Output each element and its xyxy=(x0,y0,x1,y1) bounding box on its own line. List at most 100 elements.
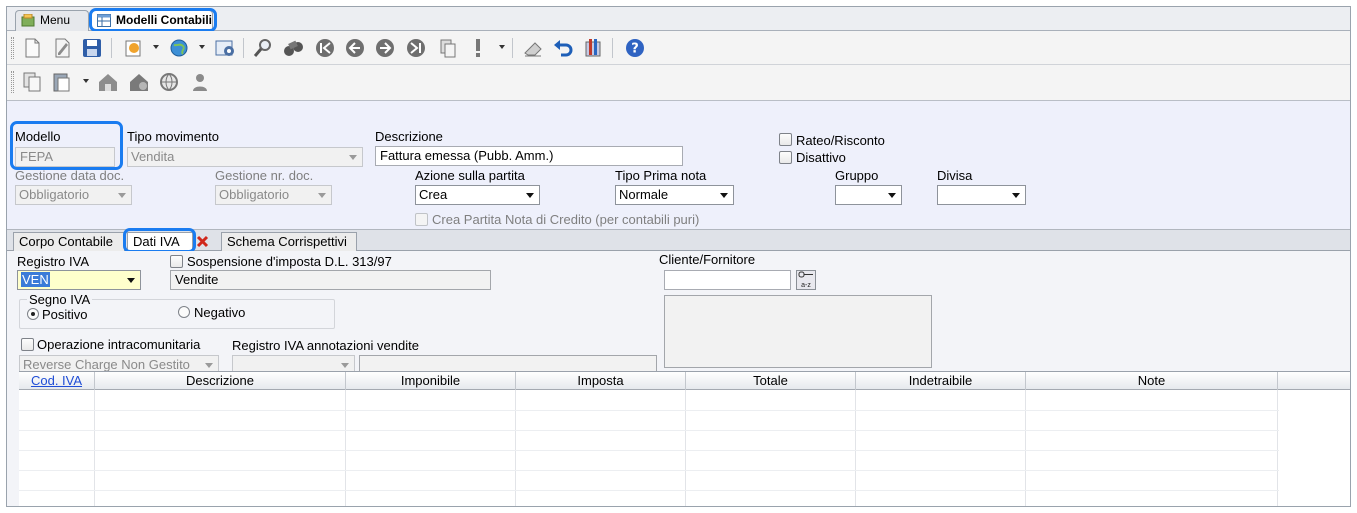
tipo-movimento-select[interactable]: Vendita xyxy=(127,147,363,167)
modello-field[interactable]: FEPA xyxy=(15,147,115,167)
chevron-down-icon xyxy=(318,193,326,198)
menu-icon xyxy=(21,14,35,27)
insert-dropdown-arrow[interactable] xyxy=(153,45,159,49)
cliente-fornitore-field[interactable] xyxy=(664,270,791,290)
rateo-checkbox[interactable] xyxy=(779,133,792,146)
edit-button[interactable] xyxy=(50,36,74,60)
insert-button[interactable] xyxy=(121,36,145,60)
tools-icon xyxy=(585,39,601,57)
grid-row-line xyxy=(19,430,1279,431)
disattivo-checkbox[interactable] xyxy=(779,151,792,164)
globe-dropdown-arrow[interactable] xyxy=(199,45,205,49)
first-record-button[interactable] xyxy=(313,36,337,60)
alert-dropdown-arrow[interactable] xyxy=(499,45,505,49)
paste-button[interactable] xyxy=(50,70,74,94)
col-totale[interactable]: Totale xyxy=(686,372,856,390)
search-button[interactable] xyxy=(251,36,275,60)
cliente-fornitore-label: Cliente/Fornitore xyxy=(659,252,756,267)
clear-button[interactable] xyxy=(521,36,545,60)
gruppo-label: Gruppo xyxy=(835,168,879,183)
new-button[interactable] xyxy=(20,36,44,60)
a-z-icon: a-z xyxy=(801,282,811,289)
col-imposta[interactable]: Imposta xyxy=(516,372,686,390)
crea-partita-checkbox[interactable] xyxy=(415,213,428,226)
tab-menu[interactable]: Menu xyxy=(15,10,89,31)
tools-button[interactable] xyxy=(581,36,605,60)
last-icon xyxy=(407,39,425,57)
home-button[interactable] xyxy=(96,70,120,94)
col-imponibile[interactable]: Imponibile xyxy=(346,372,516,390)
next-icon xyxy=(376,39,394,57)
paste-dropdown-arrow[interactable] xyxy=(83,79,89,83)
sospensione-checkbox[interactable] xyxy=(170,255,183,268)
divisa-select[interactable] xyxy=(937,185,1026,205)
gestione-data-select[interactable]: Obbligatorio xyxy=(15,185,132,205)
reverse-charge-value: Reverse Charge Non Gestito xyxy=(23,357,190,372)
tab-corpo-contabile[interactable]: Corpo Contabile xyxy=(13,232,125,251)
toolbar-grip[interactable] xyxy=(11,71,14,93)
alert-button[interactable] xyxy=(466,36,490,60)
gruppo-select[interactable] xyxy=(835,185,902,205)
svg-text:?: ? xyxy=(631,42,639,57)
toolbar-main: ? xyxy=(7,31,1350,65)
prev-record-button[interactable] xyxy=(343,36,367,60)
registro-iva-select[interactable]: VEN xyxy=(17,270,141,290)
positivo-label: Positivo xyxy=(42,307,88,322)
col-indetraibile[interactable]: Indetraibile xyxy=(856,372,1026,390)
window-frame: Menu Modelli Contabili ? Modello FEPA Ti… xyxy=(6,6,1351,507)
save-button[interactable] xyxy=(80,36,104,60)
toolbar-separator xyxy=(111,38,112,58)
tipo-movimento-value: Vendita xyxy=(131,149,175,164)
col-descrizione[interactable]: Descrizione xyxy=(95,372,346,390)
globe-icon xyxy=(170,39,188,57)
chevron-down-icon xyxy=(720,193,728,198)
gestione-nr-select[interactable]: Obbligatorio xyxy=(215,185,332,205)
close-tab-icon[interactable] xyxy=(196,235,209,248)
col-note[interactable]: Note xyxy=(1026,372,1278,390)
registro-iva-label: Registro IVA xyxy=(17,254,90,269)
azione-select[interactable]: Crea xyxy=(415,185,540,205)
user-icon xyxy=(193,74,207,91)
copy-doc-button[interactable] xyxy=(20,70,44,94)
chevron-down-icon xyxy=(526,193,534,198)
descrizione-field[interactable]: Fattura emessa (Pubb. Amm.) xyxy=(375,146,683,166)
toolbar-grip[interactable] xyxy=(11,37,14,59)
undo-icon xyxy=(554,40,573,57)
first-icon xyxy=(316,39,334,57)
lookup-button[interactable]: a-z xyxy=(796,270,816,290)
col-cod-iva[interactable]: Cod. IVA xyxy=(19,372,95,390)
chevron-down-icon xyxy=(118,193,126,198)
undo-button[interactable] xyxy=(551,36,575,60)
save-icon xyxy=(83,39,101,57)
help-button[interactable]: ? xyxy=(623,36,647,60)
chevron-down-icon xyxy=(205,363,213,368)
edit-icon xyxy=(55,38,70,58)
tab-dati-iva[interactable]: Dati IVA xyxy=(127,232,193,251)
divisa-label: Divisa xyxy=(937,168,973,183)
find-button[interactable] xyxy=(281,36,305,60)
tab-modelli-contabili[interactable]: Modelli Contabili xyxy=(91,10,213,31)
globe-nav-button[interactable] xyxy=(157,70,181,94)
next-record-button[interactable] xyxy=(373,36,397,60)
tipo-prima-nota-select[interactable]: Normale xyxy=(615,185,734,205)
chevron-down-icon xyxy=(1012,193,1020,198)
positivo-radio[interactable] xyxy=(27,308,39,320)
cliente-info-box xyxy=(664,295,932,368)
negativo-radio[interactable] xyxy=(178,306,190,318)
last-record-button[interactable] xyxy=(404,36,428,60)
copy-button[interactable] xyxy=(436,36,460,60)
user-button[interactable] xyxy=(188,70,212,94)
registro-description-field: Vendite xyxy=(170,270,491,290)
settings-button[interactable] xyxy=(213,36,237,60)
copy-icon xyxy=(440,39,456,58)
home-alt-button[interactable] xyxy=(127,70,151,94)
clear-icon xyxy=(524,42,542,57)
gestione-data-value: Obbligatorio xyxy=(19,187,90,202)
tab-modelli-label: Modelli Contabili xyxy=(116,13,212,27)
rateo-label: Rateo/Risconto xyxy=(796,133,885,148)
globe-button[interactable] xyxy=(167,36,191,60)
tab-schema-corrispettivi[interactable]: Schema Corrispettivi xyxy=(221,232,357,251)
segno-iva-label: Segno IVA xyxy=(27,292,93,307)
settings-icon xyxy=(215,40,234,56)
operazione-checkbox[interactable] xyxy=(21,338,34,351)
